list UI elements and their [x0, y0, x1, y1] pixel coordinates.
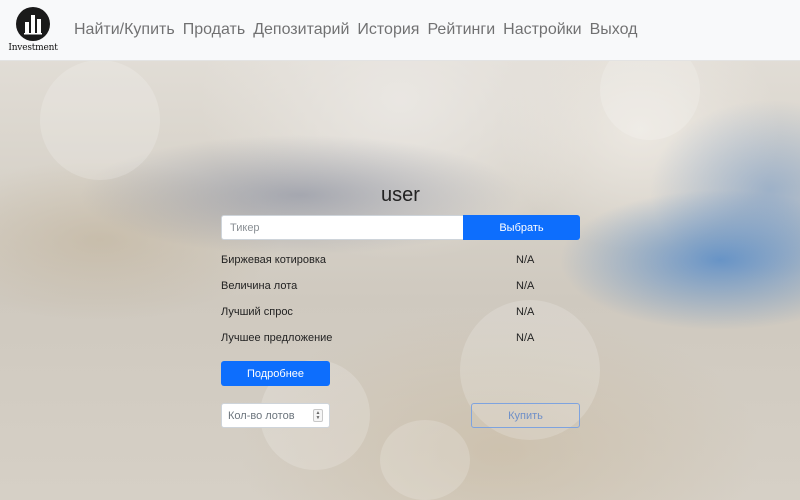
trade-panel: user Выбрать Биржевая котировка N/A Вели…	[221, 180, 580, 428]
info-row-quote: Биржевая котировка N/A	[221, 247, 580, 273]
info-row-best-ask: Лучшее предложение N/A	[221, 325, 580, 351]
main-nav: Найти/Купить Продать Депозитарий История…	[70, 21, 641, 39]
nav-item-settings[interactable]: Настройки	[499, 21, 585, 39]
details-button[interactable]: Подробнее	[221, 361, 330, 386]
nav-item-sell[interactable]: Продать	[179, 21, 250, 39]
info-value: N/A	[516, 280, 535, 292]
username-heading: user	[381, 184, 420, 206]
info-value: N/A	[516, 306, 535, 318]
buy-row: ▲▼ Купить	[221, 403, 580, 428]
ticker-search: Выбрать	[221, 215, 580, 240]
info-row-lot-size: Величина лота N/A	[221, 273, 580, 299]
ticker-input[interactable]	[221, 215, 463, 240]
info-row-best-bid: Лучший спрос N/A	[221, 299, 580, 325]
info-label: Лучший спрос	[221, 306, 293, 318]
quantity-stepper[interactable]: ▲▼	[221, 403, 330, 428]
nav-item-ratings[interactable]: Рейтинги	[423, 21, 499, 39]
spinner-arrows-icon[interactable]: ▲ ▼	[313, 409, 323, 422]
select-button[interactable]: Выбрать	[463, 215, 580, 240]
brand-name: Investment	[8, 43, 58, 53]
nav-item-history[interactable]: История	[353, 21, 423, 39]
quote-info: Биржевая котировка N/A Величина лота N/A…	[221, 247, 580, 351]
info-label: Величина лота	[221, 280, 298, 292]
nav-item-logout[interactable]: Выход	[586, 21, 642, 39]
nav-item-find-buy[interactable]: Найти/Купить	[70, 21, 179, 39]
info-value: N/A	[516, 254, 535, 266]
info-value: N/A	[516, 332, 535, 344]
info-label: Биржевая котировка	[221, 254, 327, 266]
nav-item-depository[interactable]: Депозитарий	[249, 21, 353, 39]
building-chart-icon	[16, 7, 50, 41]
navbar: Investment Найти/Купить Продать Депозита…	[0, 0, 800, 61]
buy-button[interactable]: Купить	[471, 403, 580, 428]
quantity-input[interactable]	[228, 409, 313, 422]
info-label: Лучшее предложение	[221, 332, 333, 344]
brand-logo[interactable]: Investment	[2, 0, 64, 61]
